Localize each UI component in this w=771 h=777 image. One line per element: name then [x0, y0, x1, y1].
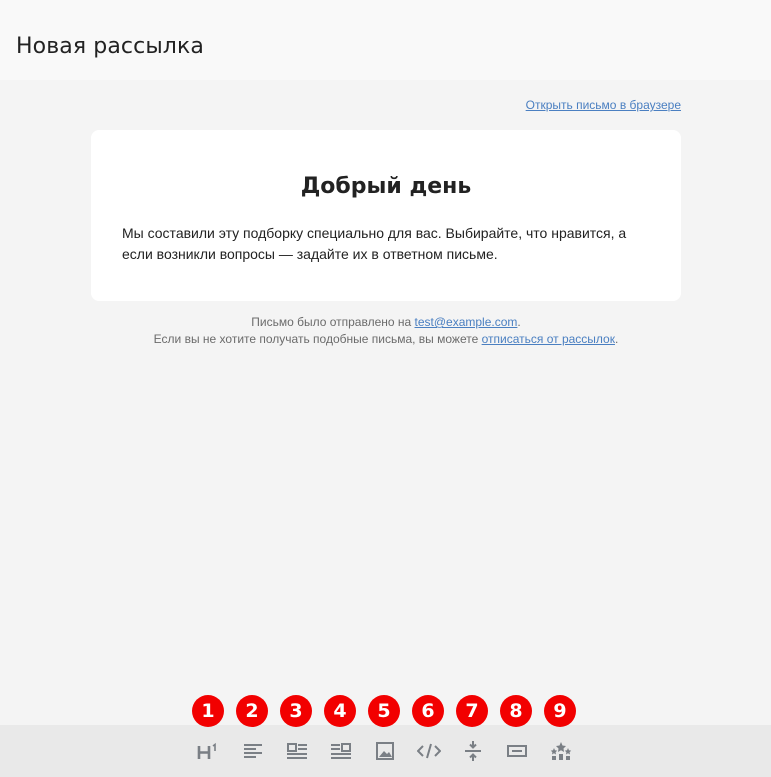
badge-3: 3 [280, 695, 312, 727]
add-text-button[interactable] [235, 725, 271, 777]
email-heading[interactable]: Добрый день [91, 174, 681, 199]
image-right-text-icon [331, 743, 351, 759]
add-heading-button[interactable] [190, 725, 226, 777]
email-body-text[interactable]: Мы составили эту подборку специально для… [122, 223, 641, 265]
badge-6: 6 [412, 695, 444, 727]
sent-to-suffix: . [517, 315, 521, 329]
add-image-button[interactable] [367, 725, 403, 777]
text-align-left-icon [244, 744, 262, 758]
sent-to-line: Письмо было отправлено на test@example.c… [91, 314, 681, 331]
heading-icon [197, 742, 216, 759]
unsubscribe-line: Если вы не хотите получать подобные пись… [91, 331, 681, 348]
image-icon [376, 742, 394, 760]
badge-8: 8 [500, 695, 532, 727]
block-toolbar [0, 725, 771, 777]
unsubscribe-suffix: . [614, 332, 619, 346]
badge-5: 5 [368, 695, 400, 727]
add-button-block[interactable] [499, 725, 535, 777]
badge-1: 1 [192, 695, 224, 727]
add-image-text-button[interactable] [279, 725, 315, 777]
add-spacer-button[interactable] [455, 725, 491, 777]
image-left-text-icon [287, 743, 307, 759]
unsubscribe-prefix: Если вы не хотите получать подобные пись… [153, 332, 482, 346]
open-in-browser-link[interactable]: Открыть письмо в браузере [526, 98, 681, 112]
email-card: Добрый день Мы составили эту подборку сп… [91, 130, 681, 301]
button-icon [507, 745, 527, 757]
badge-4: 4 [324, 695, 356, 727]
recipient-email-link[interactable]: test@example.com [415, 315, 518, 329]
social-icon [550, 742, 572, 760]
badge-9: 9 [544, 695, 576, 727]
add-text-image-button[interactable] [323, 725, 359, 777]
unsubscribe-link[interactable]: отписаться от рассылок [482, 332, 615, 346]
page-title: Новая рассылка [16, 34, 204, 59]
top-bar: Новая рассылка [0, 0, 771, 80]
badge-2: 2 [236, 695, 268, 727]
spacer-icon [465, 741, 481, 761]
add-social-button[interactable] [543, 725, 579, 777]
add-html-button[interactable] [411, 725, 447, 777]
email-footer: Письмо было отправлено на test@example.c… [91, 314, 681, 348]
badge-7: 7 [456, 695, 488, 727]
sent-to-prefix: Письмо было отправлено на [251, 315, 415, 329]
code-icon [417, 743, 441, 759]
